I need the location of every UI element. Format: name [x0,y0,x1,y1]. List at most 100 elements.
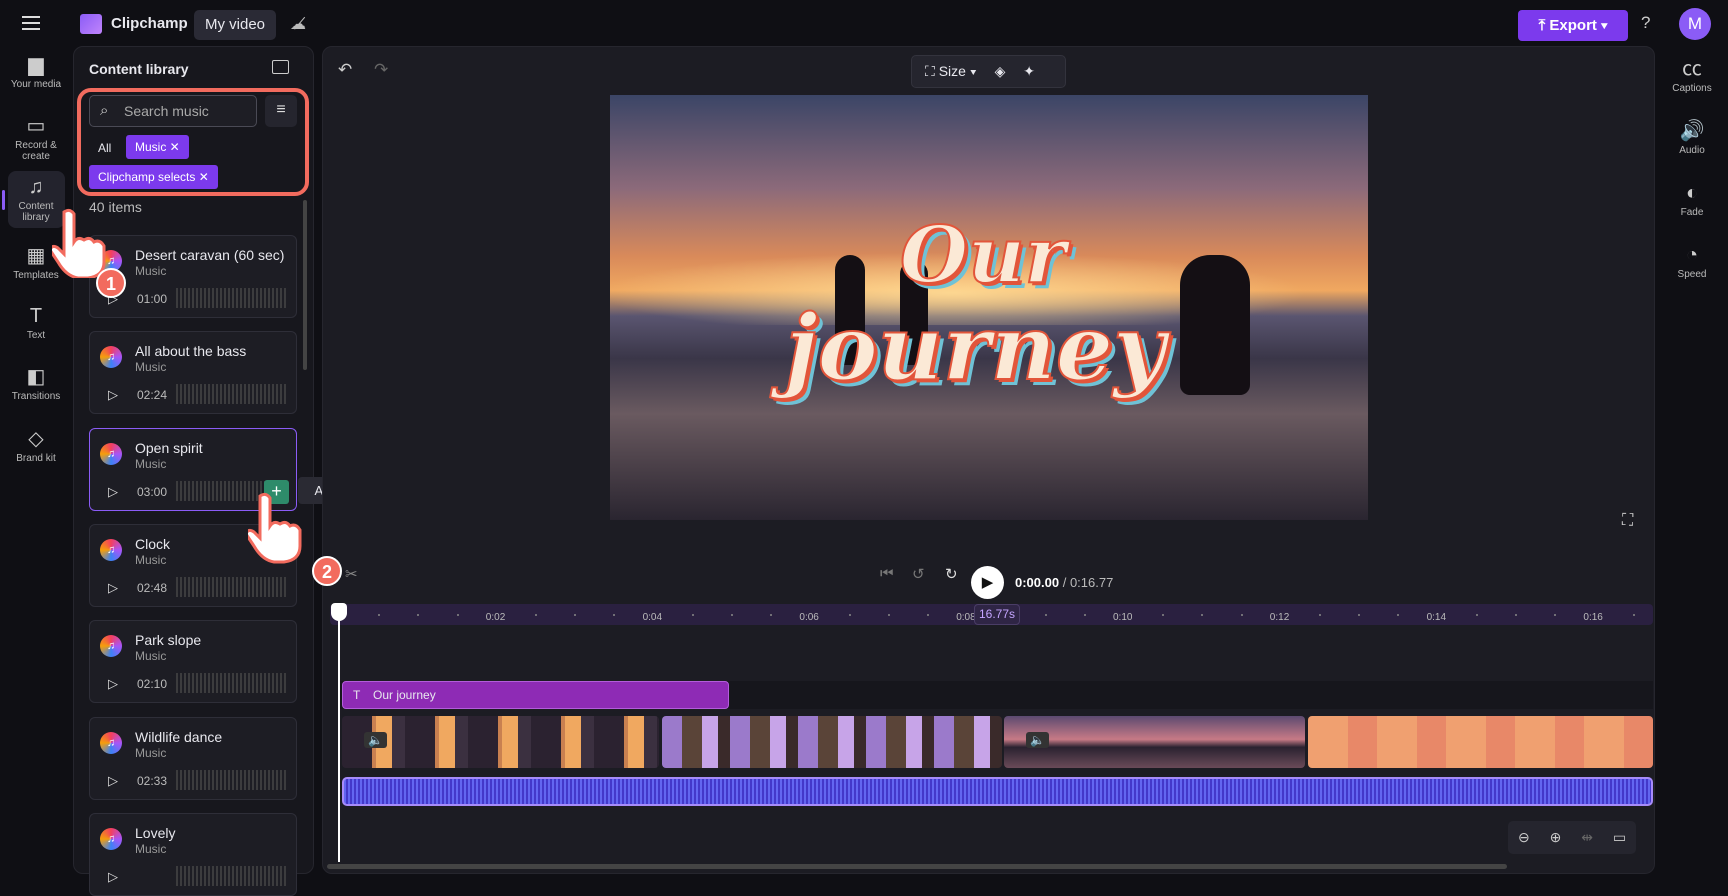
fade-icon: ◐ [1685,182,1699,204]
rail-item-fade[interactable]: ◐ Fade [1660,182,1724,218]
playhead-handle[interactable] [331,603,347,621]
zoom-controls: ⊖ ⊕ ⇹ ▭ [1508,821,1636,854]
panel-scrollbar[interactable] [303,200,307,370]
music-note-icon: ♫ [100,346,122,369]
video-preview[interactable]: Our journey [610,95,1368,520]
menu-icon[interactable] [22,16,40,30]
music-card[interactable]: ♫ Lovely Music ▷ [89,812,297,896]
brand-kit-icon: ◇ [28,428,44,450]
cloud-off-icon[interactable]: ☁̸ [290,14,306,34]
volume-icon: 🔈 [364,732,387,748]
playhead-line[interactable] [338,606,340,862]
text-icon: T [29,305,43,327]
expand-timeline-icon[interactable]: ▭ [1613,829,1626,846]
total-time: / 0:16.77 [1062,575,1114,590]
split-icon[interactable]: ✂ [345,565,358,583]
step-badge-2: 2 [312,556,342,586]
track-type: Music [135,264,167,278]
rewind-5-icon[interactable]: ↺ [912,565,925,583]
app-name: Clipchamp [111,15,188,32]
music-card[interactable]: ♫ Park slope Music ▷ 02:10 [89,620,297,704]
ruler-tick-label: 0:10 [1113,612,1133,623]
export-button[interactable]: ⤒ Export ▾ [1518,10,1628,41]
rail-item-captions[interactable]: ㏄ Captions [1660,58,1724,94]
rail-item-audio[interactable]: 🔊 Audio [1660,120,1724,156]
ruler-tick-label: 0:06 [799,612,819,623]
hand-cursor-icon [52,208,106,278]
ruler-dot [691,614,694,616]
ruler-tick-label: 0:16 [1583,612,1603,623]
undo-icon[interactable]: ↶ [338,60,352,80]
waveform [176,384,286,405]
track-name: Open spirit [135,439,203,456]
ruler-dot [1515,614,1517,616]
rail-item-record-create[interactable]: ▭ Record & create [4,115,68,162]
help-icon[interactable]: ? [1641,13,1650,33]
background-icon[interactable]: ◈ [995,63,1006,79]
track-type: Music [135,649,167,664]
camera-icon: ▭ [26,115,46,137]
hand-cursor-icon [248,492,302,564]
audio-clip[interactable] [342,777,1653,806]
track-name: Lovely [135,824,176,841]
project-title[interactable]: My video [194,10,276,40]
track-name: Park slope [135,632,202,649]
magic-icon[interactable]: ✦ [1023,63,1035,79]
avatar[interactable]: M [1679,8,1711,40]
rail-item-text[interactable]: T Text [4,305,68,341]
waveform [176,865,286,886]
volume-icon: 🔈 [1026,732,1049,748]
track-duration: 02:10 [137,677,168,692]
panel-title: Content library [89,61,189,77]
transitions-icon: ◧ [26,366,46,388]
play-icon[interactable]: ▷ [108,484,118,500]
video-clip-2[interactable] [662,716,1002,768]
play-button[interactable]: ▶ [971,566,1004,599]
text-clip-label: Our journey [373,688,436,702]
rail-item-speed[interactable]: ◔ Speed [1660,244,1724,280]
collapse-panel-icon[interactable] [272,60,289,74]
export-label: Export [1549,17,1597,34]
waveform [176,769,286,790]
track-type: Music [135,841,167,856]
rail-item-transitions[interactable]: ◧ Transitions [4,366,68,402]
fit-icon[interactable]: ⇹ [1581,829,1593,846]
rail-item-label: Audio [1679,145,1705,156]
ruler-dot [1319,614,1321,616]
size-button[interactable]: Size [939,63,966,79]
library-icon: ♫ [28,176,44,198]
track-duration: 03:00 [137,484,168,499]
redo-icon[interactable]: ↷ [374,60,388,80]
rail-item-label: Content library [18,201,54,223]
ruler-dot [887,614,890,616]
play-icon[interactable]: ▷ [108,869,118,885]
timeline-scrollbar[interactable] [327,864,1507,869]
play-icon[interactable]: ▷ [108,387,118,403]
video-clip-4[interactable] [1308,716,1653,768]
music-note-icon: ♫ [100,635,122,658]
play-icon[interactable]: ▷ [108,773,118,789]
music-card[interactable]: ♫ All about the bass Music ▷ 02:24 [89,331,297,415]
video-clip-1[interactable]: 🔈 [342,716,659,768]
rail-item-your-media[interactable]: ▆ Your media [4,54,68,90]
zoom-in-icon[interactable]: ⊕ [1550,829,1562,846]
fullscreen-icon[interactable]: ⛶ [1622,512,1633,530]
rail-item-label: Fade [1680,207,1704,218]
title-line-2: journey [784,294,1166,402]
ruler-dot [1475,614,1478,616]
video-clip-3[interactable]: 🔈 [1004,716,1305,768]
forward-5-icon[interactable]: ↻ [945,565,958,583]
rail-item-brand-kit[interactable]: ◇ Brand kit [4,428,68,464]
music-card[interactable]: ♫ Wildlife dance Music ▷ 02:33 [89,716,297,800]
ruler-tick-label: 0:14 [1426,612,1447,623]
crop-icon[interactable]: ⛶ [925,63,935,79]
skip-start-icon[interactable]: ⏮ [880,565,894,582]
play-icon[interactable]: ▷ [108,580,118,596]
track-duration: 02:33 [137,773,168,788]
zoom-out-icon[interactable]: ⊖ [1518,829,1530,846]
play-icon[interactable]: ▷ [108,676,118,692]
folder-icon: ▆ [28,54,44,76]
text-clip[interactable]: T Our journey [342,681,729,709]
rail-item-label: Record & create [15,140,57,162]
rail-item-label: Transitions [11,391,61,402]
